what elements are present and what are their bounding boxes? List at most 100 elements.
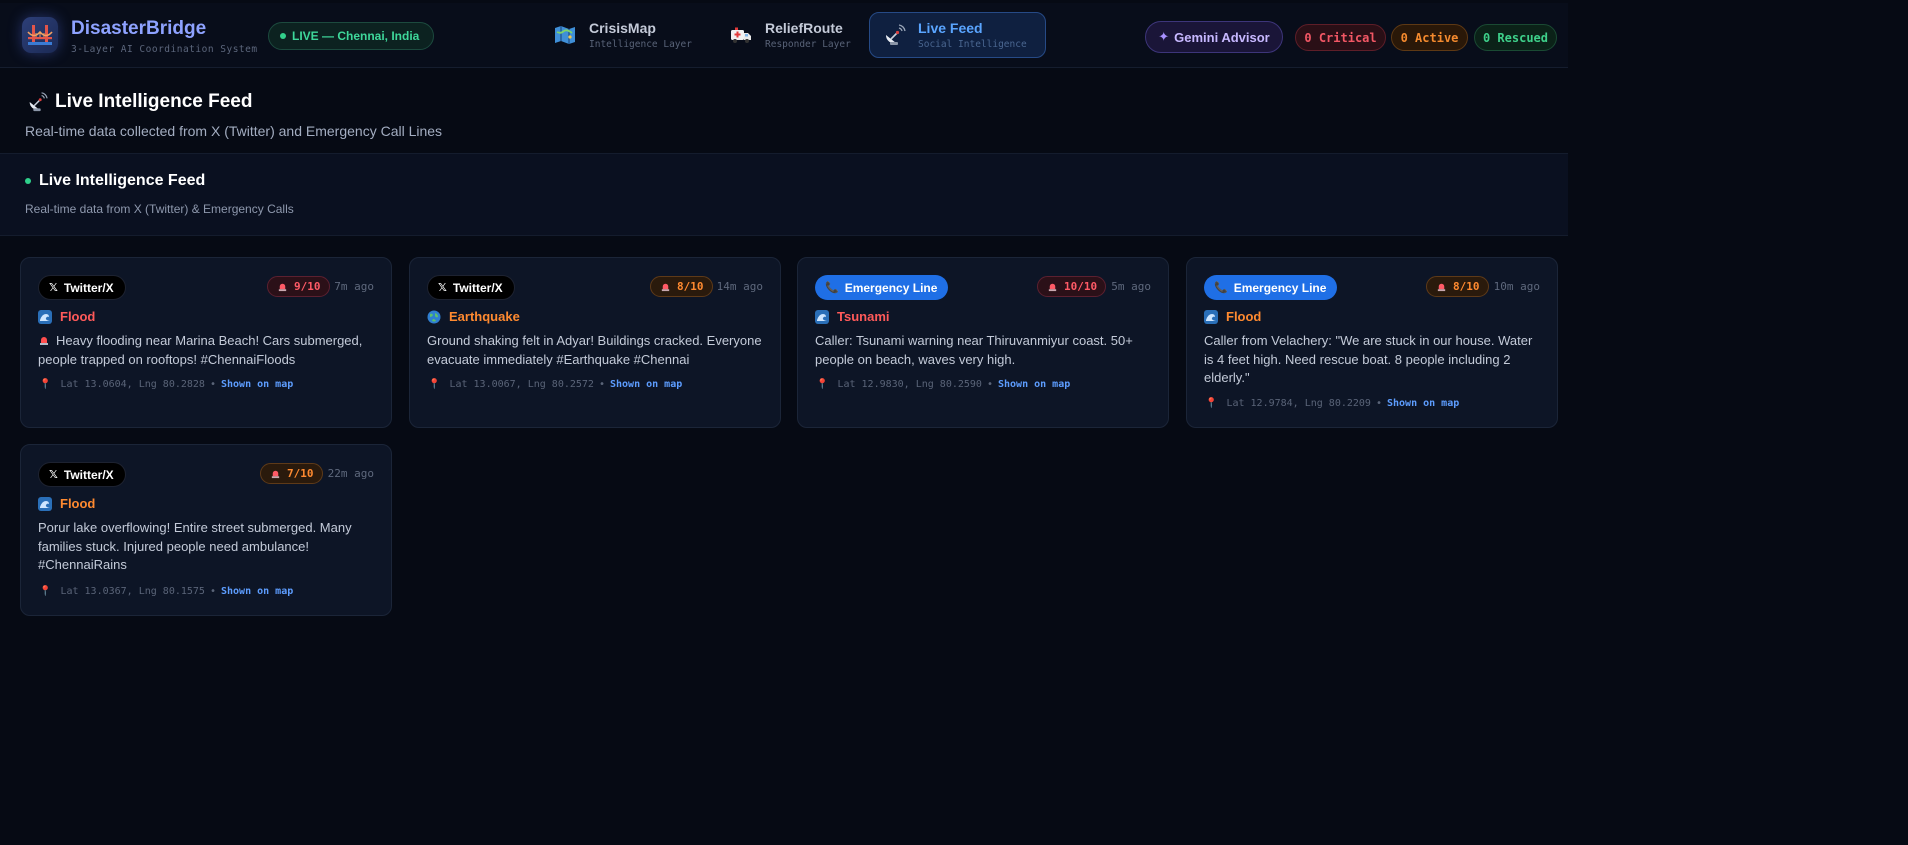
source-label: Emergency Line — [1233, 280, 1327, 295]
source-badge: 📞 Emergency Line — [1204, 275, 1338, 300]
siren-icon — [271, 470, 280, 479]
coordinates: Lat 13.0367, Lng 80.1575 — [60, 586, 205, 597]
incident-type: Flood — [38, 496, 95, 511]
tab-reliefroute[interactable]: ReliefRoute Responder Layer — [717, 12, 863, 58]
shown-on-map-link[interactable]: Shown on map — [221, 379, 293, 390]
live-indicator-dot — [25, 178, 31, 184]
separator-dot: • — [598, 379, 605, 390]
separator-dot: • — [986, 379, 993, 390]
app-name: DisasterBridge — [71, 18, 207, 39]
severity-value: 8/10 — [1453, 280, 1480, 293]
feed-card[interactable]: 𝕏 Twitter/X 9/10 7m ago Flood Heavy floo… — [20, 257, 392, 428]
siren-icon — [1048, 283, 1057, 292]
coordinates: Lat 13.0604, Lng 80.2828 — [60, 379, 205, 390]
time-ago: 14m ago — [716, 280, 763, 293]
phone-icon: 📞 — [825, 282, 839, 294]
wave-icon — [1204, 309, 1218, 324]
feed-message: Caller from Velachery: "We are stuck in … — [1204, 333, 1533, 385]
severity-value: 9/10 — [294, 280, 321, 293]
time-ago: 5m ago — [1111, 280, 1151, 293]
shown-on-map-link[interactable]: Shown on map — [610, 379, 682, 390]
coordinates: Lat 12.9830, Lng 80.2590 — [837, 379, 982, 390]
feed-message: Ground shaking felt in Adyar! Buildings … — [427, 333, 762, 367]
section-subtitle: Real-time data from X (Twitter) & Emerge… — [25, 202, 294, 216]
shown-on-map-link[interactable]: Shown on map — [1387, 398, 1459, 409]
source-badge: 𝕏 Twitter/X — [427, 275, 515, 300]
pin-icon: 📍 — [816, 379, 829, 390]
pin-icon: 📍 — [1205, 398, 1218, 409]
globe-icon — [427, 310, 441, 323]
severity-value: 7/10 — [287, 467, 314, 480]
location-row: 📍 Lat 12.9830, Lng 80.2590 • Shown on ma… — [816, 379, 1070, 390]
shown-on-map-link[interactable]: Shown on map — [998, 379, 1070, 390]
satellite-dish-icon — [29, 92, 48, 112]
x-logo-icon: 𝕏 — [49, 282, 58, 294]
x-logo-icon: 𝕏 — [438, 282, 447, 294]
active-count-badge: 0 Active — [1391, 24, 1468, 51]
page-subtitle: Real-time data collected from X (Twitter… — [25, 123, 443, 139]
app-subtitle: 3-Layer AI Coordination System — [71, 44, 258, 55]
satellite-dish-icon — [885, 24, 906, 45]
phone-icon: 📞 — [1214, 282, 1228, 294]
feed-card[interactable]: 📞 Emergency Line 8/10 10m ago Flood Call… — [1186, 257, 1558, 428]
coordinates: Lat 12.9784, Lng 80.2209 — [1226, 398, 1371, 409]
siren-icon — [278, 283, 287, 292]
incident-type-label: Tsunami — [837, 309, 890, 324]
time-ago: 10m ago — [1493, 280, 1540, 293]
source-label: Twitter/X — [452, 280, 503, 295]
location-row: 📍 Lat 13.0604, Lng 80.2828 • Shown on ma… — [39, 379, 293, 390]
shown-on-map-link[interactable]: Shown on map — [221, 586, 293, 597]
separator-dot: • — [1375, 398, 1382, 409]
pin-icon: 📍 — [428, 379, 441, 390]
tab-crisismap-title: CrisisMap — [589, 20, 656, 36]
map-icon — [555, 26, 575, 44]
section-title: Live Intelligence Feed — [39, 172, 206, 189]
tab-crisismap[interactable]: CrisisMap Intelligence Layer — [541, 12, 703, 58]
ambulance-icon — [731, 27, 751, 43]
severity-value: 10/10 — [1064, 280, 1098, 293]
source-badge: 𝕏 Twitter/X — [38, 275, 126, 300]
live-indicator-dot — [280, 33, 286, 39]
severity-value: 8/10 — [677, 280, 704, 293]
siren-icon — [40, 337, 48, 345]
incident-type: Flood — [1204, 309, 1261, 324]
time-ago: 22m ago — [327, 467, 374, 480]
tab-crisismap-subtitle: Intelligence Layer — [589, 39, 692, 50]
incident-type-label: Flood — [1226, 309, 1262, 324]
feed-card[interactable]: 𝕏 Twitter/X 7/10 22m ago Flood Porur lak… — [20, 444, 392, 616]
siren-icon — [1437, 283, 1446, 292]
critical-count-badge: 0 Critical — [1295, 24, 1386, 51]
tab-live-feed[interactable]: Live Feed Social Intelligence — [869, 12, 1046, 58]
feed-message: Heavy flooding near Marina Beach! Cars s… — [38, 332, 378, 369]
incident-type-label: Flood — [60, 496, 96, 511]
separator-dot: • — [209, 379, 216, 390]
sparkle-icon: ✦ — [1158, 29, 1170, 44]
top-navigation-bar: DisasterBridge 3-Layer AI Coordination S… — [0, 3, 1568, 68]
x-logo-icon: 𝕏 — [49, 469, 58, 481]
incident-type: Flood — [38, 309, 95, 324]
wave-icon — [815, 309, 829, 324]
feed-card[interactable]: 𝕏 Twitter/X 8/10 14m ago Earthquake Grou… — [409, 257, 781, 428]
location-row: 📍 Lat 13.0367, Lng 80.1575 • Shown on ma… — [39, 586, 293, 597]
siren-icon — [661, 283, 670, 292]
tab-live-feed-title: Live Feed — [918, 20, 983, 36]
live-status-badge: LIVE — Chennai, India — [268, 22, 434, 50]
incident-type-label: Flood — [60, 309, 96, 324]
gemini-advisor-label: Gemini Advisor — [1174, 29, 1270, 45]
rescued-count-badge: 0 Rescued — [1474, 24, 1557, 51]
feed-card[interactable]: 📞 Emergency Line 10/10 5m ago Tsunami Ca… — [797, 257, 1169, 428]
severity-badge: 7/10 — [260, 463, 323, 484]
tab-reliefroute-subtitle: Responder Layer — [765, 39, 851, 50]
location-row: 📍 Lat 13.0067, Lng 80.2572 • Shown on ma… — [428, 379, 682, 390]
page-title: Live Intelligence Feed — [55, 91, 253, 112]
pin-icon: 📍 — [39, 586, 52, 597]
incident-type: Earthquake — [427, 309, 520, 324]
time-ago: 7m ago — [334, 280, 374, 293]
incident-type: Tsunami — [815, 309, 890, 324]
source-label: Twitter/X — [63, 280, 114, 295]
gemini-advisor-button[interactable]: ✦ Gemini Advisor — [1145, 21, 1283, 53]
severity-badge: 10/10 — [1037, 276, 1107, 297]
severity-badge: 8/10 — [1426, 276, 1489, 297]
bridge-logo-icon — [22, 17, 58, 53]
wave-icon — [38, 496, 52, 511]
